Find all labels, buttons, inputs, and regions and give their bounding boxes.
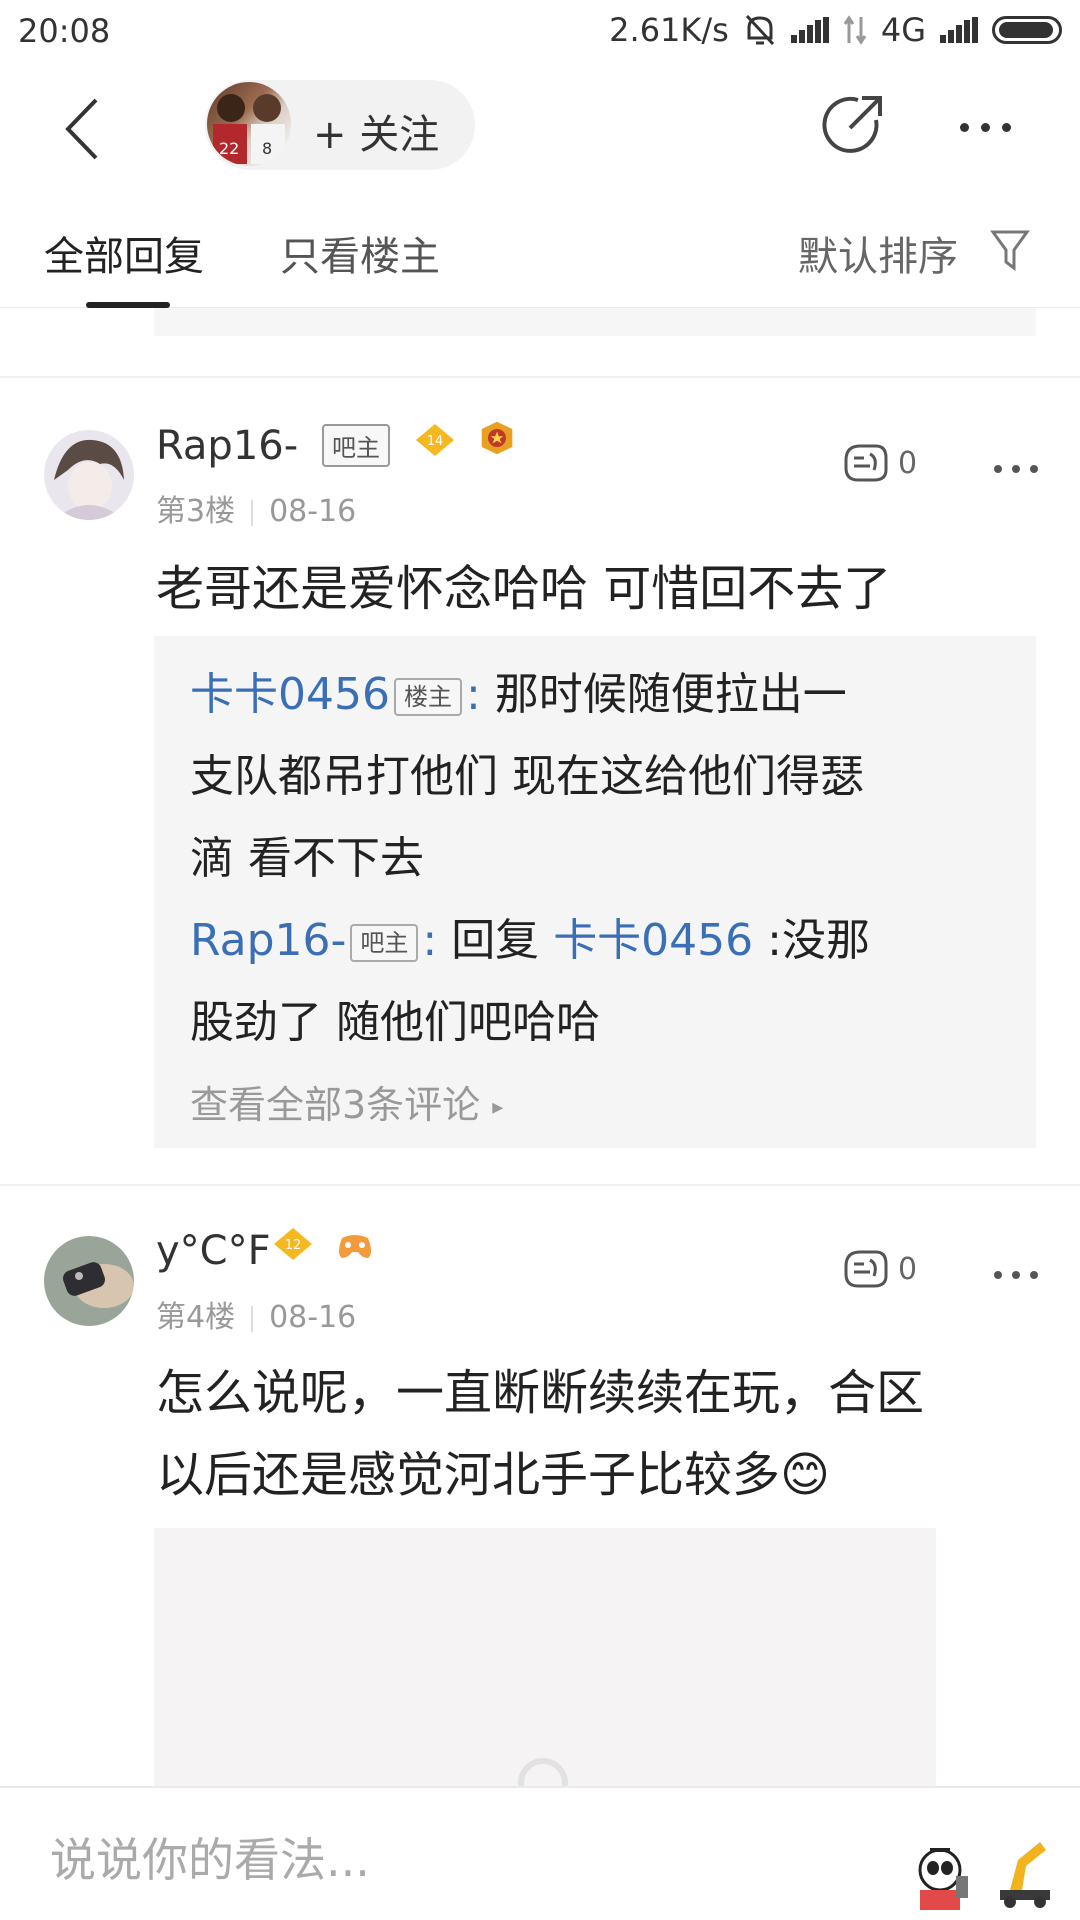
tab-all-replies[interactable]: 全部回复: [44, 224, 204, 282]
colon: :: [465, 669, 495, 720]
level-number: 14: [427, 434, 444, 449]
reply-text: :没那: [767, 915, 870, 966]
op-tag: 楼主: [393, 678, 462, 716]
follow-label: + 关注: [313, 112, 440, 158]
level-number: 12: [285, 1238, 302, 1253]
svg-text:8: 8: [262, 139, 272, 158]
avatar[interactable]: [44, 1236, 134, 1326]
comment-input[interactable]: 说说你的看法...: [50, 1824, 370, 1890]
data-arrows-icon: [843, 15, 867, 45]
moderator-badge: 吧主: [322, 424, 390, 467]
follow-button[interactable]: 22 8 + 关注: [205, 80, 475, 170]
post-image[interactable]: [154, 1528, 936, 1808]
status-indicators: 2.61K/s 4G: [609, 10, 1062, 50]
chevron-right-icon: ▸: [492, 1095, 504, 1120]
previous-post-fragment: [154, 308, 1036, 336]
back-icon[interactable]: [56, 94, 116, 164]
username[interactable]: y°C°F: [156, 1228, 271, 1274]
reply-target[interactable]: 卡卡0456: [553, 915, 753, 966]
status-bar: 20:08 2.61K/s 4G: [0, 0, 1080, 62]
post-meta: 第3楼 08-16: [156, 486, 356, 530]
avatar[interactable]: [44, 430, 134, 520]
reply-item: 卡卡0456 楼主: 那时候随便拉出一: [190, 654, 1020, 736]
reply-item: Rap16- 吧主: 回复 卡卡0456 :没那: [190, 900, 1020, 982]
reply-box[interactable]: 卡卡0456 楼主: 那时候随便拉出一 支队都吊打他们 现在这给他们得瑟 滴 看不…: [154, 636, 1036, 1148]
reply-text-line: 支队都吊打他们 现在这给他们得瑟: [190, 751, 864, 802]
more-icon[interactable]: [960, 117, 1050, 133]
share-icon[interactable]: [818, 90, 888, 160]
post-content: 老哥还是爱怀念哈哈 可惜回不去了: [156, 561, 892, 617]
reply-author[interactable]: Rap16-: [190, 915, 346, 966]
mute-bell-icon: [745, 14, 774, 46]
reply-author[interactable]: 卡卡0456: [190, 669, 390, 720]
tab-only-op[interactable]: 只看楼主: [280, 224, 440, 282]
status-time: 20:08: [18, 12, 111, 50]
floor-number: 第4楼: [156, 1300, 236, 1335]
svg-text:22: 22: [219, 139, 239, 158]
signal-icon: [790, 17, 829, 43]
view-all-comments[interactable]: 查看全部3条评论 ▸: [190, 1074, 503, 1129]
username[interactable]: Rap16-: [156, 423, 298, 469]
forum-avatar: 22 8: [207, 82, 291, 166]
tab-bar: 全部回复 只看楼主 默认排序: [0, 192, 1080, 308]
reply-prefix: 回复: [451, 915, 540, 966]
battery-icon: [992, 16, 1062, 44]
view-all-label: 查看全部3条评论: [190, 1083, 481, 1127]
level-badge-icon: 12: [274, 1228, 312, 1260]
post-content-text: 以后还是感觉河北手子比较多: [156, 1447, 781, 1503]
sticker-icon[interactable]: [900, 1820, 1070, 1916]
gamepad-icon: [339, 1235, 371, 1258]
colon: :: [422, 915, 452, 966]
like-count: 0: [898, 1252, 918, 1287]
filter-icon[interactable]: [990, 228, 1030, 272]
sort-dropdown[interactable]: 默认排序: [798, 224, 958, 282]
level-badge-icon: 14: [416, 424, 454, 456]
reply-text: 那时候随便拉出一: [494, 669, 847, 720]
smile-emoji-icon: 😊: [780, 1447, 831, 1503]
post-floor-3: Rap16- 吧主 14 第3楼 08-16 0 老哥还是爱怀念哈哈 可惜回不去了…: [0, 378, 1080, 1184]
post-more-icon[interactable]: [994, 1264, 1064, 1279]
reply-text-line: 股劲了 随他们吧哈哈: [190, 997, 600, 1048]
post-content-line: 怎么说呢，一直断断续续在玩，合区: [156, 1365, 925, 1421]
top-nav: 22 8 + 关注: [0, 62, 1080, 192]
network-type: 4G: [880, 11, 926, 49]
post-date: 08-16: [269, 494, 357, 529]
post-content-line: 以后还是感觉河北手子比较多😊: [156, 1434, 1036, 1516]
like-icon[interactable]: [840, 440, 890, 484]
post-more-icon[interactable]: [994, 458, 1064, 473]
reply-text-line: 滴 看不下去: [190, 833, 424, 884]
like-count: 0: [898, 446, 918, 481]
comment-bar: 说说你的看法...: [0, 1786, 1080, 1920]
moderator-tag: 吧主: [350, 924, 419, 962]
floor-number: 第3楼: [156, 494, 236, 529]
net-speed: 2.61K/s: [609, 11, 729, 49]
like-icon[interactable]: [840, 1246, 890, 1290]
post-meta: 第4楼 08-16: [156, 1292, 356, 1336]
signal-icon-2: [940, 17, 978, 43]
post-date: 08-16: [269, 1300, 357, 1335]
medal-icon: [481, 421, 513, 455]
